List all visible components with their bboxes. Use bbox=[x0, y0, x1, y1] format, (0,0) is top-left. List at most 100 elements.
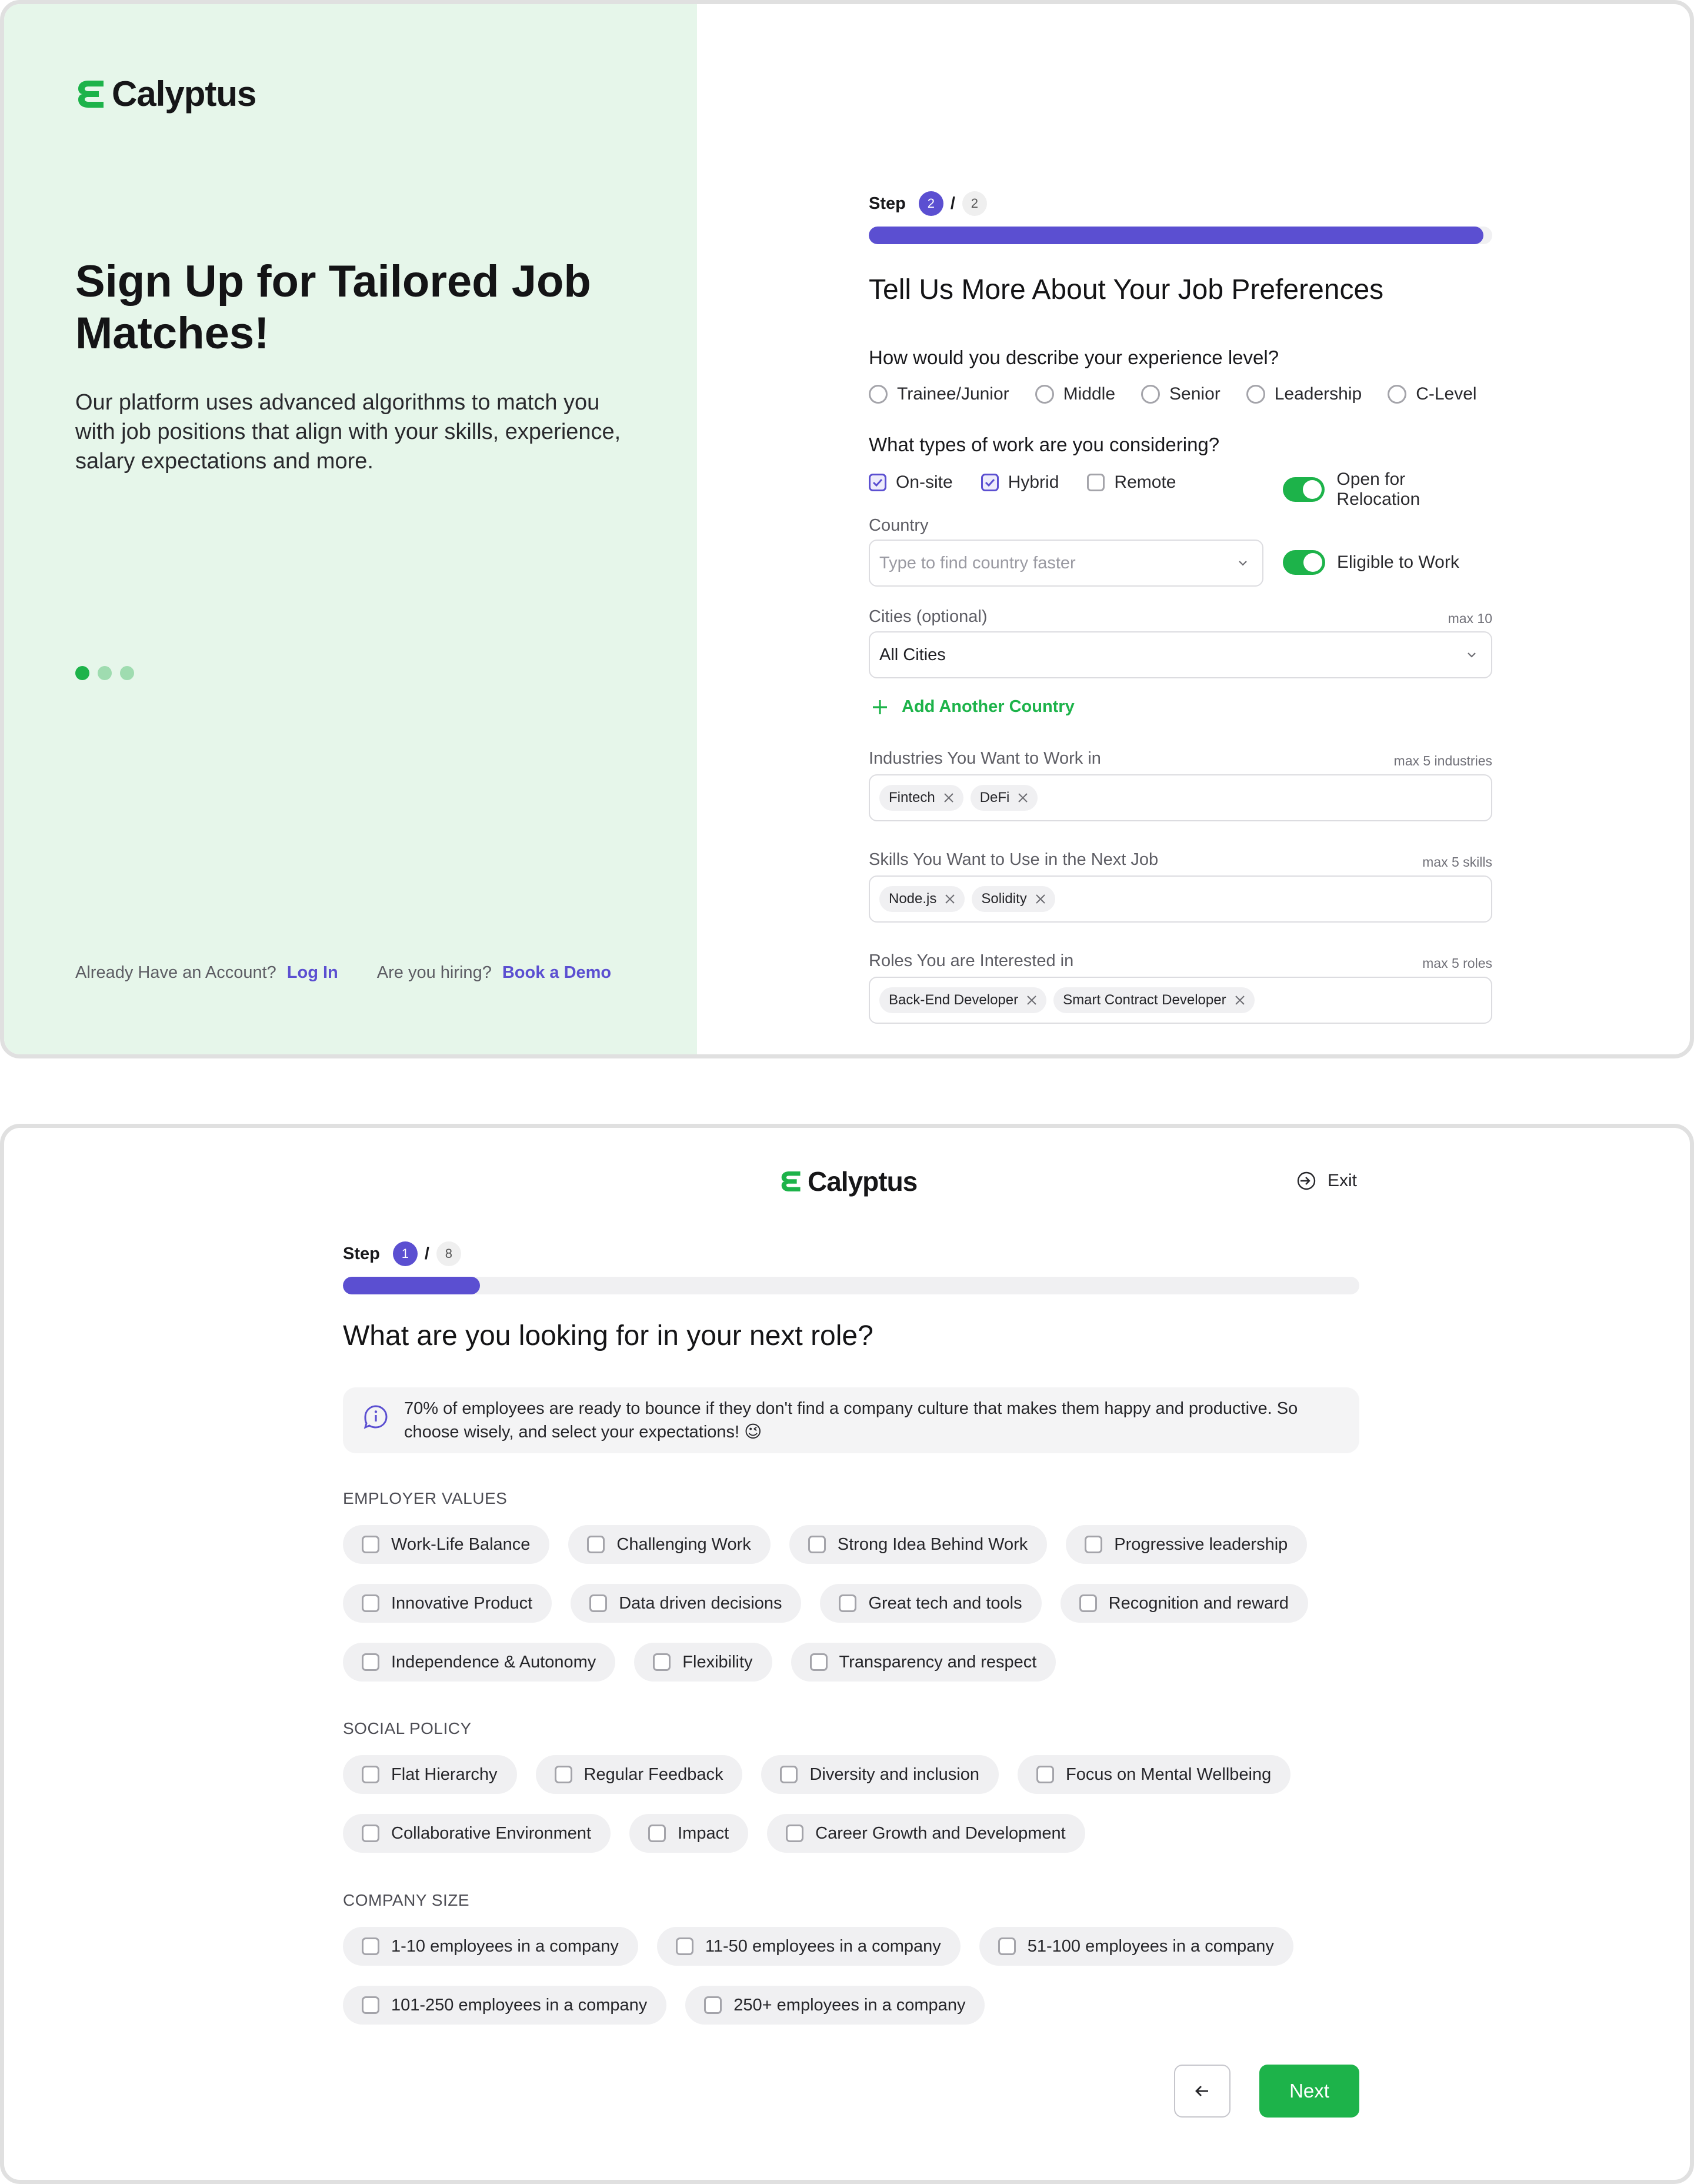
exit-button[interactable]: Exit bbox=[1296, 1170, 1357, 1191]
chevron-down-icon bbox=[1468, 652, 1476, 658]
signup-preferences-screen: Calyptus Sign Up for Tailored Job Matche… bbox=[0, 0, 1694, 1058]
login-link[interactable]: Log In bbox=[287, 963, 338, 983]
add-country-button[interactable]: Add Another Country bbox=[871, 697, 1075, 717]
employer-value-chip[interactable]: Flexibility bbox=[634, 1643, 772, 1682]
roles-max: max 5 roles bbox=[1422, 956, 1492, 971]
chip-label: Innovative Product bbox=[391, 1593, 533, 1613]
chip-label: 250+ employees in a company bbox=[733, 1995, 966, 2015]
employer-value-row: Work-Life Balance Challenging Work Strong … bbox=[343, 1525, 1326, 1564]
experience-question: How would you describe your experience l… bbox=[869, 347, 1279, 368]
company-size-chip[interactable]: 11-50 employees in a company bbox=[656, 1927, 961, 1966]
checkbox-icon bbox=[1079, 1594, 1097, 1612]
checkbox-icon bbox=[809, 1653, 828, 1671]
social-policy-chip[interactable]: Flat Hierarchy bbox=[343, 1755, 517, 1794]
hiring-prompt: Are you hiring? bbox=[376, 963, 492, 982]
chip-label: Recognition and reward bbox=[1108, 1593, 1289, 1613]
plus-icon bbox=[873, 700, 887, 714]
employer-value-chip[interactable]: Transparency and respect bbox=[791, 1643, 1056, 1682]
employer-value-chip[interactable]: Innovative Product bbox=[343, 1584, 552, 1623]
experience-option-senior[interactable]: Senior bbox=[1141, 384, 1221, 404]
brand-logo[interactable]: Calyptus bbox=[779, 1166, 918, 1197]
radio-icon bbox=[1246, 385, 1265, 404]
experience-option-clevel[interactable]: C-Level bbox=[1388, 384, 1477, 404]
work-type-hybrid[interactable]: Hybrid bbox=[981, 472, 1059, 492]
eligible-toggle[interactable]: Eligible to Work bbox=[1283, 550, 1459, 575]
remove-tag-icon[interactable] bbox=[1025, 994, 1038, 1007]
step-progress-bar bbox=[343, 1277, 1359, 1294]
remove-tag-icon[interactable] bbox=[943, 893, 956, 905]
tag-label: Solidity bbox=[981, 891, 1027, 907]
chip-label: 1-10 employees in a company bbox=[391, 1936, 619, 1956]
add-country-label: Add Another Country bbox=[902, 697, 1075, 716]
step-label: Step bbox=[343, 1244, 380, 1263]
industry-tag: DeFi bbox=[970, 785, 1038, 811]
employer-value-chip[interactable]: Independence & Autonomy bbox=[343, 1643, 616, 1682]
checkbox-icon bbox=[839, 1594, 857, 1612]
country-select[interactable]: Type to find country faster bbox=[869, 540, 1263, 587]
remove-tag-icon[interactable] bbox=[942, 791, 955, 804]
book-demo-link[interactable]: Book a Demo bbox=[502, 963, 611, 983]
chip-label: Great tech and tools bbox=[868, 1593, 1022, 1613]
cities-value: All Cities bbox=[879, 645, 946, 664]
company-size-chip[interactable]: 1-10 employees in a company bbox=[343, 1927, 638, 1966]
remove-tag-icon[interactable] bbox=[1016, 791, 1029, 804]
chip-label: Regular Feedback bbox=[583, 1764, 723, 1784]
employer-value-chip[interactable]: Challenging Work bbox=[568, 1525, 771, 1564]
company-size-chip[interactable]: 250+ employees in a company bbox=[685, 1986, 985, 2025]
experience-option-leadership[interactable]: Leadership bbox=[1246, 384, 1362, 404]
back-button[interactable] bbox=[1174, 2065, 1231, 2118]
employer-value-chip[interactable]: Recognition and reward bbox=[1060, 1584, 1308, 1623]
country-label: Country bbox=[869, 516, 929, 535]
social-policy-chip[interactable]: Diversity and inclusion bbox=[761, 1755, 999, 1794]
employer-value-chip[interactable]: Great tech and tools bbox=[820, 1584, 1042, 1623]
social-policy-chip[interactable]: Collaborative Environment bbox=[343, 1814, 611, 1853]
skills-input[interactable]: Node.js Solidity bbox=[869, 875, 1492, 923]
work-type-remote[interactable]: Remote bbox=[1087, 472, 1176, 492]
toggle-on-icon bbox=[1283, 550, 1325, 575]
employer-value-chip[interactable]: Data driven decisions bbox=[571, 1584, 802, 1623]
experience-option-middle[interactable]: Middle bbox=[1035, 384, 1115, 404]
step-label: Step bbox=[869, 194, 906, 213]
carousel-dot-1[interactable] bbox=[75, 666, 89, 680]
work-type-options: On-site Hybrid Remote bbox=[869, 472, 1204, 492]
company-size-chip[interactable]: 101-250 employees in a company bbox=[343, 1986, 667, 2025]
remove-tag-icon[interactable] bbox=[1233, 994, 1246, 1007]
country-placeholder: Type to find country faster bbox=[879, 553, 1076, 572]
employer-value-chip[interactable]: Progressive leadership bbox=[1066, 1525, 1308, 1564]
step-progress-fill bbox=[343, 1277, 481, 1294]
brand-logo[interactable]: Calyptus bbox=[75, 74, 256, 114]
checkbox-checked-icon bbox=[981, 474, 999, 491]
next-button[interactable]: Next bbox=[1259, 2065, 1359, 2118]
employer-value-chip[interactable]: Strong Idea Behind Work bbox=[789, 1525, 1048, 1564]
remove-tag-icon[interactable] bbox=[1034, 893, 1047, 905]
work-type-onsite[interactable]: On-site bbox=[869, 472, 953, 492]
info-callout: 70% of employees are ready to bounce if … bbox=[343, 1387, 1359, 1453]
industries-input[interactable]: Fintech DeFi bbox=[869, 774, 1492, 821]
role-tag: Back-End Developer bbox=[879, 987, 1047, 1013]
experience-option-trainee[interactable]: Trainee/Junior bbox=[869, 384, 1009, 404]
company-size-chip[interactable]: 51-100 employees in a company bbox=[979, 1927, 1293, 1966]
checkbox-icon bbox=[554, 1766, 572, 1783]
cities-select[interactable]: All Cities bbox=[869, 631, 1492, 678]
checkbox-icon bbox=[362, 1825, 379, 1842]
carousel-dot-3[interactable] bbox=[120, 666, 134, 680]
chevron-down-icon bbox=[1239, 561, 1247, 566]
checkbox-icon bbox=[1085, 1536, 1103, 1553]
roles-input[interactable]: Back-End Developer Smart Contract Develo… bbox=[869, 977, 1492, 1024]
checkbox-icon bbox=[653, 1653, 671, 1671]
step-current: 1 bbox=[392, 1241, 418, 1266]
chip-label: Transparency and respect bbox=[839, 1652, 1037, 1672]
info-text: 70% of employees are ready to bounce if … bbox=[404, 1399, 1298, 1441]
social-policy-chip[interactable]: Impact bbox=[629, 1814, 749, 1853]
employer-value-chip[interactable]: Work-Life Balance bbox=[343, 1525, 550, 1564]
social-policy-chip[interactable]: Regular Feedback bbox=[535, 1755, 743, 1794]
info-icon bbox=[364, 1405, 388, 1429]
checkbox-icon bbox=[648, 1825, 666, 1842]
step-current: 2 bbox=[918, 191, 943, 216]
social-policy-chip[interactable]: Focus on Mental Wellbeing bbox=[1018, 1755, 1291, 1794]
social-policy-chip[interactable]: Career Growth and Development bbox=[767, 1814, 1085, 1853]
radio-icon bbox=[869, 385, 888, 404]
carousel-dot-2[interactable] bbox=[98, 666, 112, 680]
relocation-toggle[interactable]: Open for Relocation bbox=[1283, 470, 1492, 510]
arrow-left-icon bbox=[1195, 2086, 1208, 2096]
